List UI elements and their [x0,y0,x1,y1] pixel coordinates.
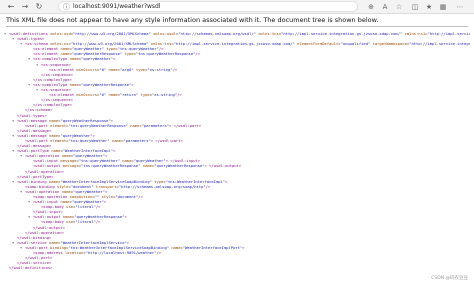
back-arrow-icon[interactable]: ← [6,2,16,12]
xml-line: </wsdl:definitions> [4,265,470,270]
more-menu-icon[interactable]: ⋯ [455,2,465,12]
notice-divider [6,26,468,27]
favorites-icon[interactable]: ★ [424,2,434,12]
info-icon[interactable]: ⓘ [63,2,70,12]
xml-markup: </wsdl:definitions> [9,265,53,271]
favorite-star-icon[interactable]: ☆ [394,2,404,12]
split-screen-icon[interactable]: ◫ [410,2,420,12]
xml-line: ▾ <wsdl:definitions xmlns:xsd="http://www… [4,31,470,36]
xml-document-tree: ▾ <wsdl:definitions xmlns:xsd="http://www… [4,31,470,276]
address-bar-url: localhost:9091/weather?wsdl [73,3,161,10]
reload-icon[interactable]: ↻ [34,2,44,12]
read-aloud-icon[interactable]: A [380,2,390,12]
collections-icon[interactable]: ▦ [438,2,448,12]
browser-toolbar: ← → ↻ ⓘ localhost:9091/weather?wsdl ⊕ A … [0,0,474,14]
xml-markup: <wsdl:definitions xmlns:xsd="http://www.… [9,31,470,36]
xml-style-notice: This XML file does not appear to have an… [6,16,379,24]
forward-arrow-icon[interactable]: → [20,2,30,12]
zoom-icon[interactable]: ⊕ [366,2,376,12]
address-bar[interactable]: ⓘ localhost:9091/weather?wsdl [58,1,358,12]
watermark: CSDN @码农豆豆 [431,276,468,281]
xml-markup: <wsdl:part element="tns:queryWeatherResp… [25,122,202,128]
xml-markup: <wsdl:output message="tns:queryWeatherRe… [33,163,242,169]
